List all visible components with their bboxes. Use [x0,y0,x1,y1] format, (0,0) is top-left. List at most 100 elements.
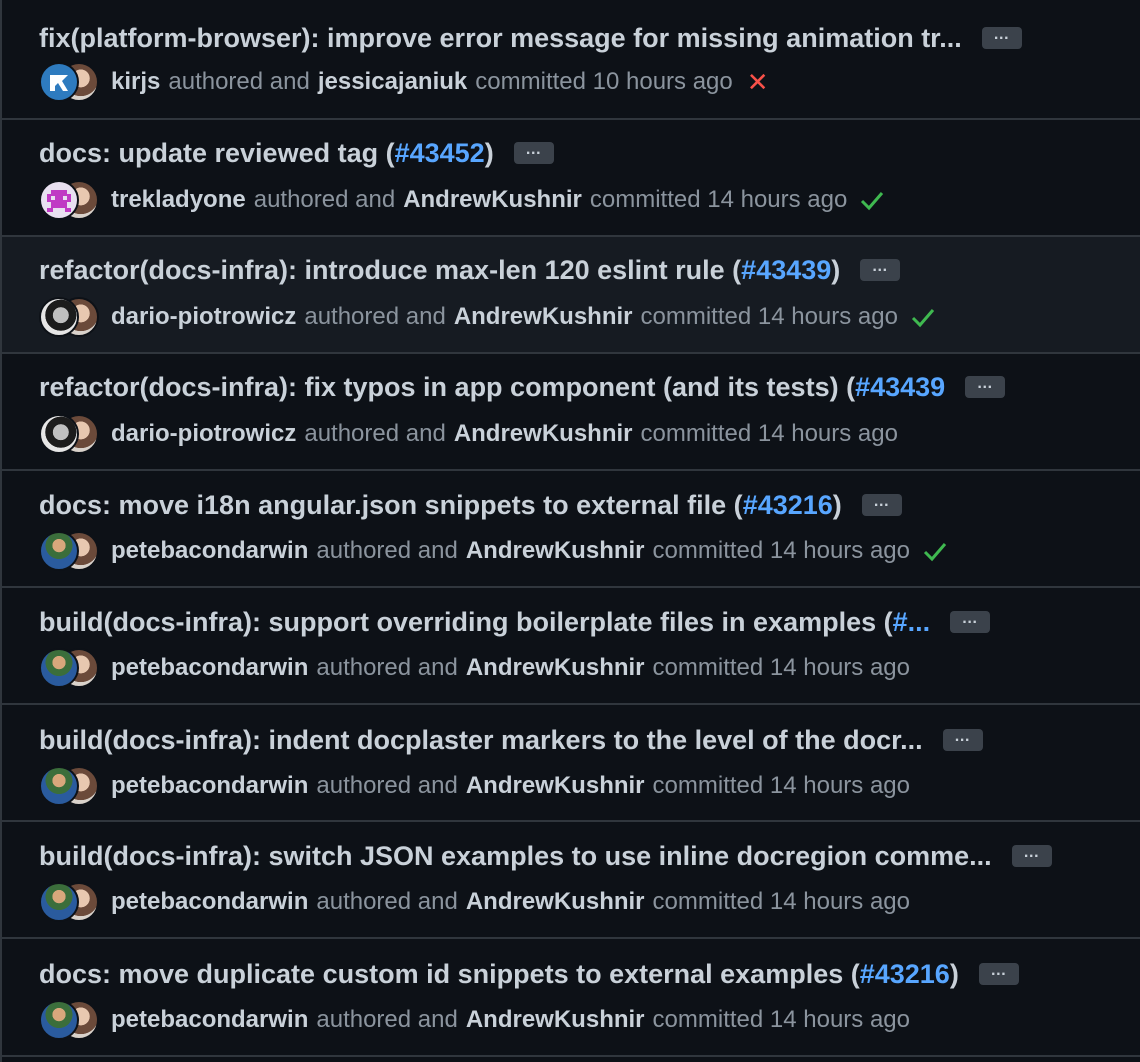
commit-time[interactable]: committed 10 hours ago [475,68,732,96]
commit-meta: petebacondarwin authored and AndrewKushn… [39,882,910,922]
committer-link[interactable]: AndrewKushnir [466,537,645,565]
committer-link[interactable]: AndrewKushnir [466,888,645,916]
pete-avatar[interactable] [39,766,79,806]
commit-time[interactable]: committed 14 hours ago [653,772,910,800]
avatar-stack [39,648,101,688]
more-button[interactable]: … [1011,844,1052,867]
commit-title-line: refactor(docs-infra): fix typos in app c… [39,369,1006,405]
commit-title[interactable]: refactor(docs-infra): fix typos in app c… [39,372,945,403]
commit-meta: kirjs authored and jessicajaniuk committ… [39,62,769,102]
dario-avatar[interactable] [39,414,79,454]
commit-title[interactable]: build(docs-infra): indent docplaster mar… [39,725,923,756]
commit-time[interactable]: committed 14 hours ago [641,303,898,331]
avatar-stack [39,882,101,922]
avatar-stack [39,62,101,102]
avatar-stack [39,1000,101,1040]
pr-link[interactable]: #43439 [741,255,831,285]
more-button[interactable]: … [942,728,983,751]
trekladyone-avatar[interactable] [39,180,79,220]
commit-meta: petebacondarwin authored and AndrewKushn… [39,648,910,688]
commit-time[interactable]: committed 14 hours ago [653,654,910,682]
commit-time[interactable]: committed 14 hours ago [653,1006,910,1034]
committer-link[interactable]: AndrewKushnir [454,303,633,331]
success-check-icon[interactable] [922,540,948,562]
avatar-stack [39,414,101,454]
pr-link[interactable]: #... [893,607,931,637]
committer-link[interactable]: AndrewKushnir [403,186,582,214]
commit-title[interactable]: build(docs-infra): support overriding bo… [39,607,930,638]
avatar-stack [39,297,101,337]
commit-row: build(docs-infra): indent docplaster mar… [2,705,1140,822]
authored-label: authored and [304,420,446,447]
commit-meta: dario-piotrowicz authored and AndrewKush… [39,414,898,454]
commit-row: refactor(docs-infra): fix typos in app c… [2,354,1140,471]
committer-link[interactable]: jessicajaniuk [318,68,467,96]
more-button[interactable]: … [513,141,554,164]
more-button[interactable]: … [860,258,901,281]
commit-time[interactable]: committed 14 hours ago [590,186,847,214]
pete-avatar[interactable] [39,648,79,688]
commit-row: fix(platform-browser): improve error mes… [2,0,1140,120]
commit-row: build(docs-infra): switch JSON examples … [2,822,1140,939]
authored-label: authored and [253,186,396,213]
commit-title[interactable]: docs: move duplicate custom id snippets … [39,959,959,990]
commit-meta: petebacondarwin authored and AndrewKushn… [39,1000,910,1040]
success-check-icon[interactable] [859,189,885,211]
author-link[interactable]: petebacondarwin [111,1006,308,1034]
author-link[interactable]: dario-piotrowicz [111,420,296,448]
author-link[interactable]: petebacondarwin [111,888,308,916]
pr-link[interactable]: #43439 [855,372,945,402]
commit-title[interactable]: build(docs-infra): switch JSON examples … [39,841,992,872]
commit-meta: petebacondarwin authored and AndrewKushn… [39,531,948,571]
kirjs-avatar[interactable] [39,62,79,102]
more-button[interactable]: … [965,375,1006,398]
avatar-stack [39,766,101,806]
commit-time[interactable]: committed 14 hours ago [653,888,910,916]
author-link[interactable]: dario-piotrowicz [111,303,296,331]
commit-list: fix(platform-browser): improve error mes… [0,0,1140,1062]
avatar-stack [39,180,101,220]
pr-link[interactable]: #43216 [743,490,833,520]
pr-link[interactable]: #43452 [395,138,485,168]
pete-avatar[interactable] [39,531,79,571]
authored-label: authored and [304,303,446,330]
more-button[interactable]: … [950,610,991,633]
commit-title[interactable]: docs: move i18n angular.json snippets to… [39,490,842,521]
success-check-icon[interactable] [910,306,936,328]
pr-link[interactable]: #43216 [860,959,950,989]
committer-link[interactable]: AndrewKushnir [454,420,633,448]
commit-row: docs: move i18n angular.json snippets to… [2,471,1140,588]
pete-avatar[interactable] [39,882,79,922]
more-button[interactable]: … [981,26,1022,49]
commit-time[interactable]: committed 14 hours ago [653,537,910,565]
more-button[interactable]: … [861,493,902,516]
commit-title[interactable]: refactor(docs-infra): introduce max-len … [39,255,840,286]
author-link[interactable]: petebacondarwin [111,654,308,682]
committer-link[interactable]: AndrewKushnir [466,654,645,682]
authored-label: authored and [316,654,458,681]
authored-label: authored and [316,772,458,799]
commit-title-line: fix(platform-browser): improve error mes… [39,20,1022,56]
author-link[interactable]: petebacondarwin [111,537,308,565]
author-link[interactable]: kirjs [111,68,160,96]
committer-link[interactable]: AndrewKushnir [466,1006,645,1034]
commit-title-line: docs: update reviewed tag (#43452) … [39,135,554,171]
commit-title[interactable]: docs: update reviewed tag (#43452) [39,138,494,169]
commit-row: docs: move duplicate custom id snippets … [2,939,1140,1057]
commit-title[interactable]: fix(platform-browser): improve error mes… [39,23,962,54]
commit-title-line: build(docs-infra): indent docplaster mar… [39,722,983,758]
author-link[interactable]: petebacondarwin [111,772,308,800]
commit-title-line: refactor(docs-infra): introduce max-len … [39,252,901,288]
pete-avatar[interactable] [39,1000,79,1040]
avatar-stack [39,531,101,571]
commit-row: build(docs-infra): support overriding bo… [2,588,1140,705]
commit-title-line: build(docs-infra): support overriding bo… [39,604,991,640]
more-button[interactable]: … [978,962,1019,985]
failure-x-icon[interactable]: ✕ [747,67,769,98]
dario-avatar[interactable] [39,297,79,337]
authored-label: authored and [316,1006,458,1033]
committer-link[interactable]: AndrewKushnir [466,772,645,800]
commit-time[interactable]: committed 14 hours ago [641,420,898,448]
commit-meta: petebacondarwin authored and AndrewKushn… [39,766,910,806]
author-link[interactable]: trekladyone [111,186,246,214]
